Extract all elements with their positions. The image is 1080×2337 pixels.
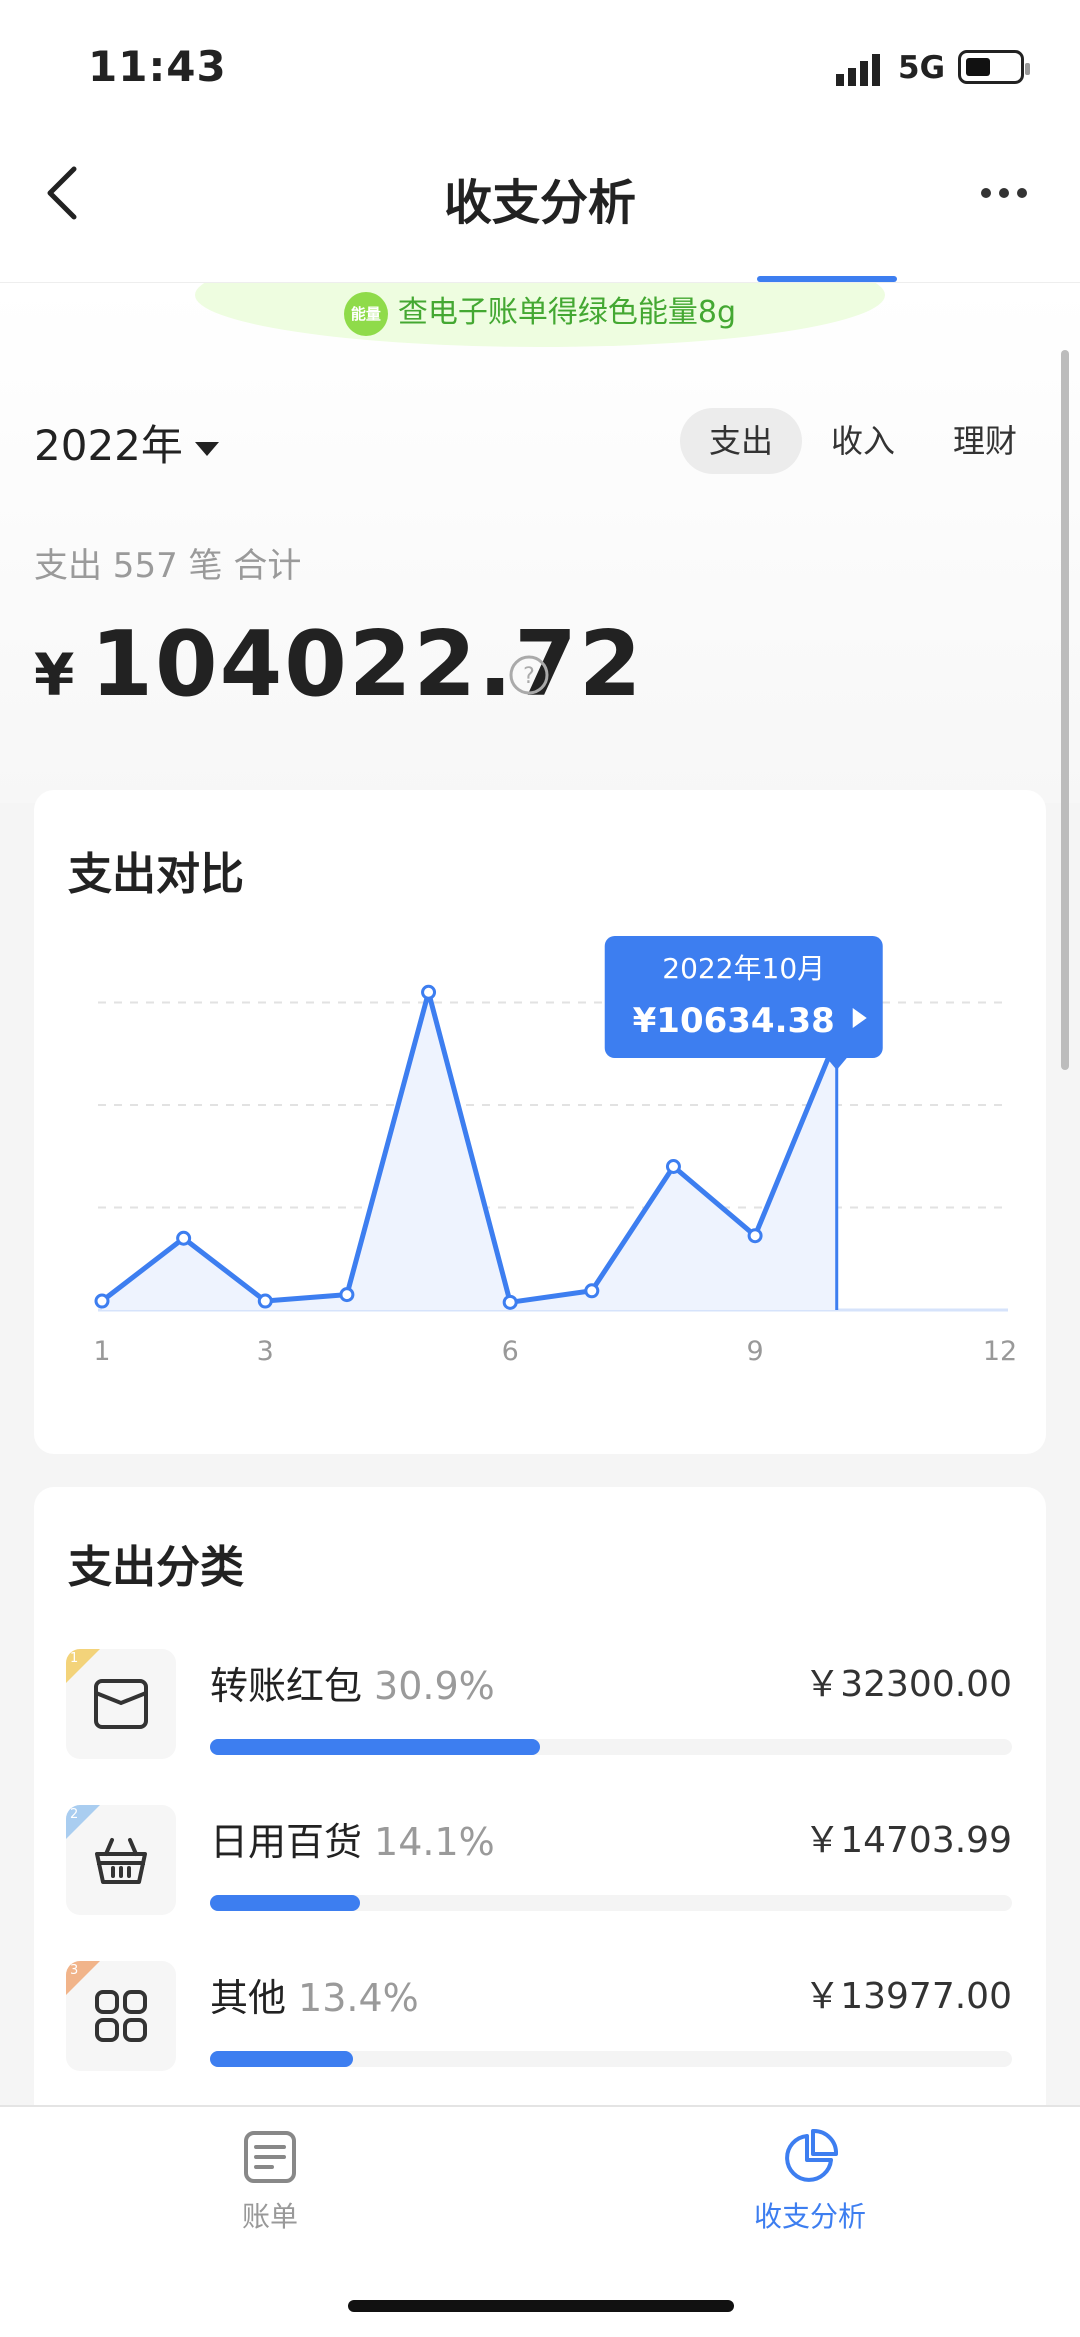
- category-progress-fill: [210, 1739, 540, 1755]
- category-amount: ￥14703.99: [804, 1820, 1012, 1861]
- category-amount: ￥13977.00: [804, 1976, 1012, 2017]
- category-progress-track: [210, 2051, 1012, 2067]
- category-icon: 1: [66, 1649, 176, 1759]
- category-percent: 14.1%: [374, 1820, 495, 1864]
- energy-badge-icon: 能量: [343, 291, 388, 336]
- categories-card-title: 支出分类: [68, 1542, 244, 1593]
- summary-label: 支出 557 笔 合计: [34, 546, 302, 586]
- x-tick-label: 12: [983, 1336, 1017, 1367]
- network-type: 5G: [898, 50, 946, 86]
- data-point: [421, 984, 437, 1000]
- wallet-icon: [94, 1679, 148, 1729]
- year-selector[interactable]: 2022年: [34, 412, 219, 473]
- total-value: 104022.72: [90, 612, 644, 717]
- category-progress-fill: [210, 1895, 361, 1911]
- x-tick-label: 9: [746, 1336, 763, 1367]
- signal-icon: [836, 54, 880, 86]
- rank-number: 1: [70, 1651, 79, 1666]
- tab-bill[interactable]: 账单: [120, 2127, 420, 2235]
- data-point: [747, 1228, 763, 1244]
- tab-expense[interactable]: 支出: [680, 408, 802, 474]
- expense-line-chart[interactable]: 1 3 6 9 12 2022年10月 ¥10634.38: [34, 790, 1046, 1454]
- expense-comparison-card: 支出对比 1 3 6 9 12 2022年10月 ¥10634.38: [34, 790, 1046, 1454]
- year-label: 2022年: [34, 421, 183, 470]
- category-progress-fill: [210, 2051, 353, 2067]
- x-tick-label: 6: [502, 1336, 519, 1367]
- x-tick-label: 3: [257, 1336, 274, 1367]
- data-point: [257, 1293, 273, 1309]
- pie-chart-icon: [785, 2128, 839, 2182]
- category-row[interactable]: 2 日用百货 14.1% ￥14703.99: [34, 1805, 1046, 1945]
- help-icon[interactable]: ?: [508, 654, 550, 696]
- category-icon: 2: [66, 1805, 176, 1915]
- category-row[interactable]: 3 其他 13.4% ￥13977.00: [34, 1961, 1046, 2101]
- banner-text: 查电子账单得绿色能量8g: [397, 295, 737, 330]
- category-name: 日用百货: [210, 1820, 363, 1864]
- data-point: [584, 1283, 600, 1299]
- battery-icon: [958, 50, 1030, 84]
- bill-icon: [244, 2131, 296, 2183]
- tab-income[interactable]: 收入: [802, 408, 924, 474]
- rank-number: 3: [70, 1963, 79, 1978]
- x-tick-label: 1: [93, 1336, 110, 1367]
- tab-finance[interactable]: 理财: [924, 408, 1046, 474]
- nav-indicator: [757, 276, 897, 282]
- category-name: 其他: [210, 1976, 287, 2020]
- basket-icon: [95, 1838, 147, 1884]
- data-point: [339, 1287, 355, 1303]
- category-icon: 3: [66, 1961, 176, 2071]
- category-name: 转账红包: [210, 1664, 363, 1708]
- energy-banner[interactable]: 能量 查电子账单得绿色能量8g: [0, 283, 1080, 353]
- caret-down-icon: [194, 441, 219, 456]
- tooltip-month: 2022年10月: [662, 952, 825, 985]
- scrollbar[interactable]: [1061, 350, 1069, 1070]
- tab-analysis-label: 收支分析: [753, 2200, 866, 2233]
- svg-text:?: ?: [523, 664, 535, 689]
- total-amount: ¥104022.72: [34, 612, 644, 717]
- home-indicator: [348, 2300, 734, 2312]
- currency-symbol: ¥: [34, 641, 77, 709]
- rank-number: 2: [70, 1807, 79, 1822]
- data-point: [176, 1230, 192, 1246]
- data-point: [502, 1294, 518, 1310]
- expense-categories-card: 支出分类 1 转账红包 30.9% ￥32300.00 2 日用百货 14.1% ￥: [34, 1487, 1046, 2127]
- status-bar: 11:43 5G: [0, 0, 1080, 135]
- category-row[interactable]: 1 转账红包 30.9% ￥32300.00: [34, 1649, 1046, 1789]
- tooltip-value: ¥10634.38: [633, 1001, 835, 1041]
- data-point: [665, 1159, 681, 1174]
- category-amount: ￥32300.00: [804, 1664, 1012, 1705]
- category-progress-track: [210, 1739, 1012, 1755]
- nav-bar: 收支分析: [0, 135, 1080, 283]
- category-percent: 13.4%: [298, 1976, 419, 2020]
- data-point: [94, 1293, 110, 1309]
- tab-bill-label: 账单: [241, 2200, 298, 2233]
- category-progress-track: [210, 1895, 1012, 1911]
- status-time: 11:43: [88, 42, 227, 91]
- page-title: 收支分析: [443, 175, 636, 231]
- category-percent: 30.9%: [374, 1664, 495, 1708]
- tab-analysis[interactable]: 收支分析: [660, 2127, 960, 2235]
- more-icon[interactable]: [980, 185, 1028, 201]
- grid-icon: [95, 1990, 147, 2042]
